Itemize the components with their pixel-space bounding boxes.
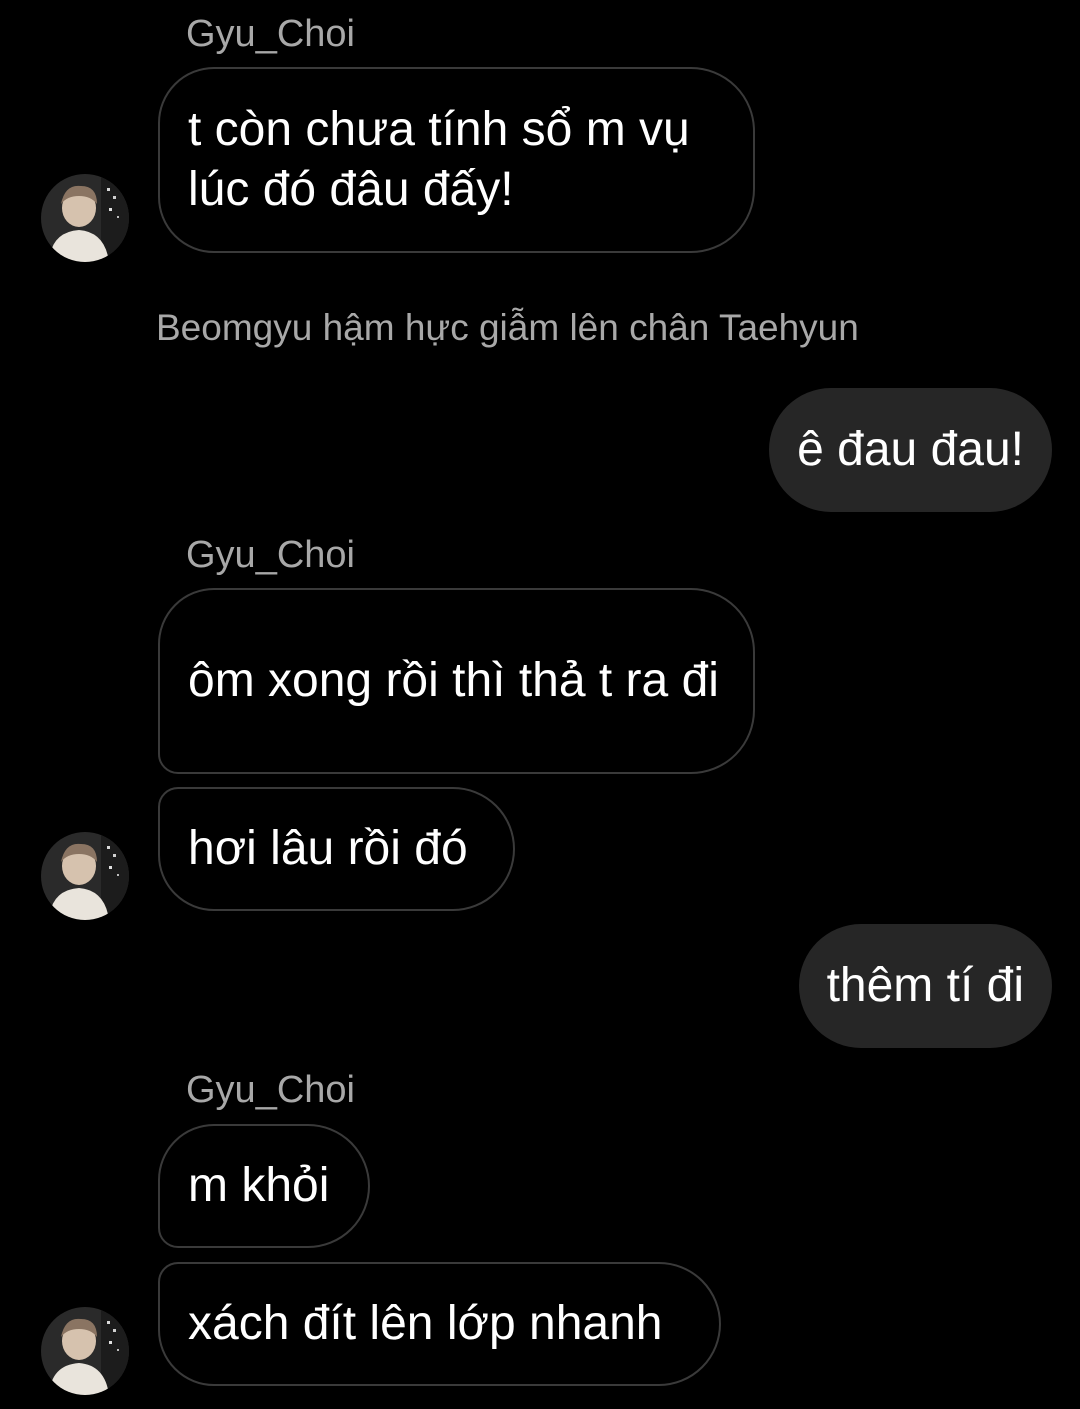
avatar-image — [41, 1307, 129, 1395]
incoming-message[interactable]: t còn chưa tính sổ m vụ lúc đó đâu đấy! — [158, 67, 755, 253]
avatar[interactable] — [41, 1307, 129, 1395]
incoming-message[interactable]: hơi lâu rồi đó — [158, 787, 515, 911]
message-text: m khỏi — [188, 1159, 330, 1212]
message-text: ôm xong rồi thì thả t ra đi — [188, 654, 719, 707]
avatar-image — [41, 832, 129, 920]
incoming-message[interactable]: m khỏi — [158, 1124, 370, 1248]
message-text: t còn chưa tính sổ m vụ lúc đó đâu đấy! — [188, 103, 690, 216]
message-text: thêm tí đi — [826, 959, 1024, 1012]
outgoing-message[interactable]: thêm tí đi — [798, 924, 1052, 1048]
message-text: xách đít lên lớp nhanh — [188, 1297, 663, 1350]
outgoing-message[interactable]: ê đau đau! — [769, 388, 1052, 512]
message-text: hơi lâu rồi đó — [188, 822, 468, 875]
avatar[interactable] — [41, 832, 129, 920]
sender-name: Gyu_Choi — [186, 1069, 355, 1111]
sender-name: Gyu_Choi — [186, 534, 355, 576]
avatar-image — [41, 174, 129, 262]
narration-text: Beomgyu hậm hực giẫm lên chân Taehyun — [156, 307, 859, 348]
avatar[interactable] — [41, 174, 129, 262]
incoming-message[interactable]: xách đít lên lớp nhanh — [158, 1262, 721, 1386]
sender-name: Gyu_Choi — [186, 13, 355, 55]
message-text: ê đau đau! — [797, 423, 1024, 476]
incoming-message[interactable]: ôm xong rồi thì thả t ra đi — [158, 588, 755, 774]
